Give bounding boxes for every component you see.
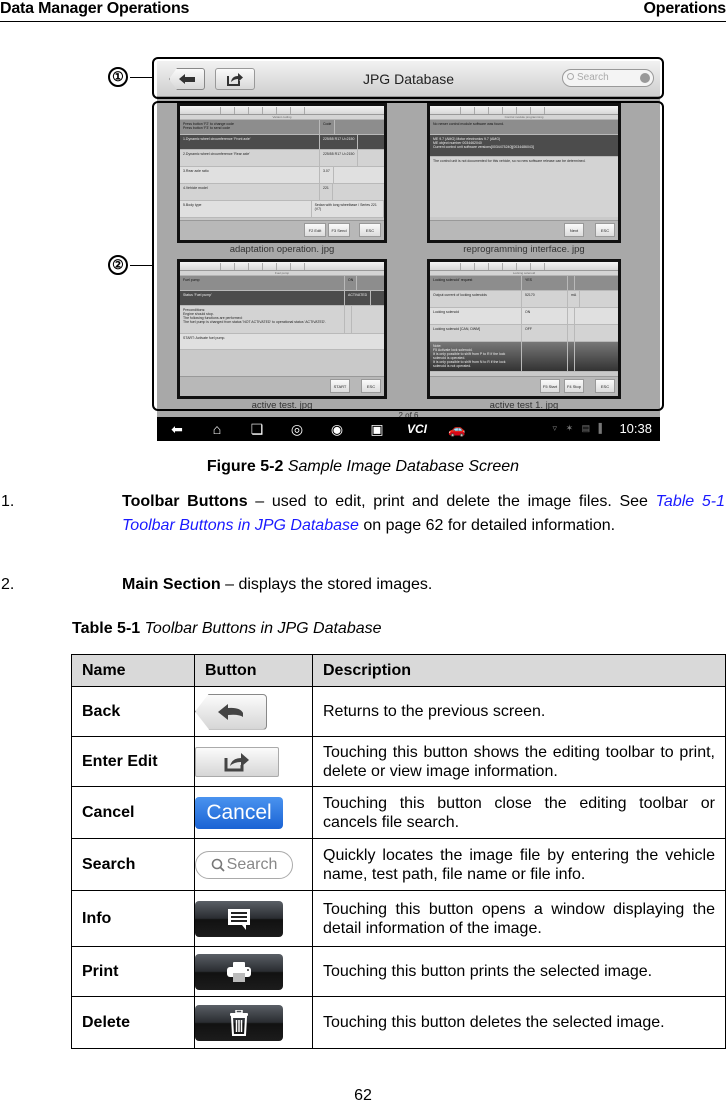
row-name: Back — [71, 686, 195, 737]
info-button-sample — [195, 900, 283, 937]
column-header-button: Button — [194, 654, 313, 687]
table-row: Cancel Cancel Touching this button close… — [71, 786, 726, 839]
table-row: Info Touching this button opens a window… — [71, 890, 726, 947]
display-icon[interactable]: ▣ — [357, 421, 397, 438]
row-button-cell — [194, 686, 313, 737]
callout-1: ① — [108, 67, 128, 87]
row-name: Info — [71, 890, 195, 947]
print-button-sample — [195, 953, 283, 990]
list-term: Main Section — [122, 576, 221, 593]
back-arrow-icon — [218, 703, 243, 720]
clock: 10:38 — [619, 421, 652, 436]
table-row: Enter Edit Touching this button shows th… — [71, 736, 726, 787]
row-name: Print — [71, 946, 195, 997]
list-number: 1. — [1, 493, 15, 510]
search-placeholder: Search — [226, 855, 278, 873]
list-text: – used to edit, print and delete the ima… — [247, 493, 656, 510]
row-button-cell — [194, 736, 313, 787]
figure-caption-text: Sample Image Database Screen — [287, 458, 520, 475]
row-button-cell — [194, 996, 313, 1049]
vci-icon[interactable]: VCI — [397, 422, 437, 436]
row-button-cell: Cancel — [194, 786, 313, 839]
column-header-description: Description — [312, 654, 726, 687]
back-icon[interactable]: ⬅ — [157, 421, 197, 438]
header-section-title: Data Manager Operations — [0, 0, 190, 17]
callout-1-line — [130, 77, 154, 78]
row-name: Delete — [71, 996, 195, 1049]
row-description: Quickly locates the image file by enteri… — [312, 838, 726, 891]
row-description: Touching this button deletes the selecte… — [312, 996, 726, 1049]
android-navbar: ⬅ ⌂ ❏ ◎ ◉ ▣ VCI 🚗 ▿ ✶ ▤ ▌ 10:38 — [157, 417, 660, 441]
list-text: on page 62 for detailed information. — [358, 517, 616, 534]
row-button-cell: Search — [194, 838, 313, 891]
table-row: Print Touching this button prints the se… — [71, 946, 726, 997]
back-button-sample — [195, 693, 267, 730]
column-header-name: Name — [71, 654, 195, 687]
toolbar-buttons-table: Name Button Description Back Returns to … — [71, 654, 726, 1049]
row-name: Cancel — [71, 786, 195, 839]
callout-2-line — [130, 265, 154, 266]
list-term: Toolbar Buttons — [122, 493, 248, 510]
page-header: Data Manager Operations Operations — [0, 0, 726, 22]
row-name: Search — [71, 838, 195, 891]
figure-label: Figure 5-2 — [206, 458, 284, 475]
table-title: Table 5-1 Toolbar Buttons in JPG Databas… — [72, 620, 382, 638]
header-chapter-title: Operations — [643, 0, 726, 17]
table-row: Search Search Quickly locates the image … — [71, 838, 726, 891]
row-description: Touching this button shows the editing t… — [312, 736, 726, 787]
row-button-cell — [194, 890, 313, 947]
table-header-row: Name Button Description — [71, 654, 726, 687]
camera-icon[interactable]: ◉ — [317, 421, 357, 438]
row-description: Returns to the previous screen. — [312, 686, 726, 737]
table-label: Table 5-1 — [72, 620, 141, 637]
cancel-button-sample: Cancel — [195, 796, 283, 829]
trash-icon — [230, 1009, 248, 1036]
row-description: Touching this button opens a window disp… — [312, 890, 726, 947]
figure-jpg-database: ① ② JPG Database Search Variant coding P… — [100, 55, 670, 445]
row-description: Touching this button prints the selected… — [312, 946, 726, 997]
table-row: Delete Touching this button deletes the … — [71, 996, 726, 1049]
search-field-sample: Search — [195, 850, 293, 879]
table-row: Back Returns to the previous screen. — [71, 686, 726, 737]
edit-share-icon — [224, 752, 249, 771]
enter-edit-button-sample — [195, 746, 279, 777]
printer-icon — [227, 961, 251, 982]
browser-icon[interactable]: ◎ — [277, 421, 317, 438]
home-icon[interactable]: ⌂ — [197, 421, 237, 437]
main-section-frame — [152, 101, 664, 411]
delete-button-sample — [195, 1004, 283, 1041]
recent-apps-icon[interactable]: ❏ — [237, 421, 277, 438]
status-icons: ▿ ✶ ▤ ▌ — [552, 423, 608, 433]
info-message-icon — [228, 908, 250, 930]
list-text: – displays the stored images. — [220, 576, 433, 593]
row-description: Touching this button close the editing t… — [312, 786, 726, 839]
car-icon[interactable]: 🚗 — [437, 421, 477, 438]
list-number: 2. — [1, 576, 15, 593]
row-name: Enter Edit — [71, 736, 195, 787]
toolbar-region-frame — [152, 57, 664, 99]
figure-caption: Figure 5-2 Sample Image Database Screen — [0, 458, 726, 476]
table-title-text: Toolbar Buttons in JPG Database — [144, 620, 382, 637]
callout-2: ② — [108, 255, 128, 275]
row-button-cell — [194, 946, 313, 997]
page-number: 62 — [354, 1087, 372, 1104]
search-icon — [211, 858, 225, 872]
